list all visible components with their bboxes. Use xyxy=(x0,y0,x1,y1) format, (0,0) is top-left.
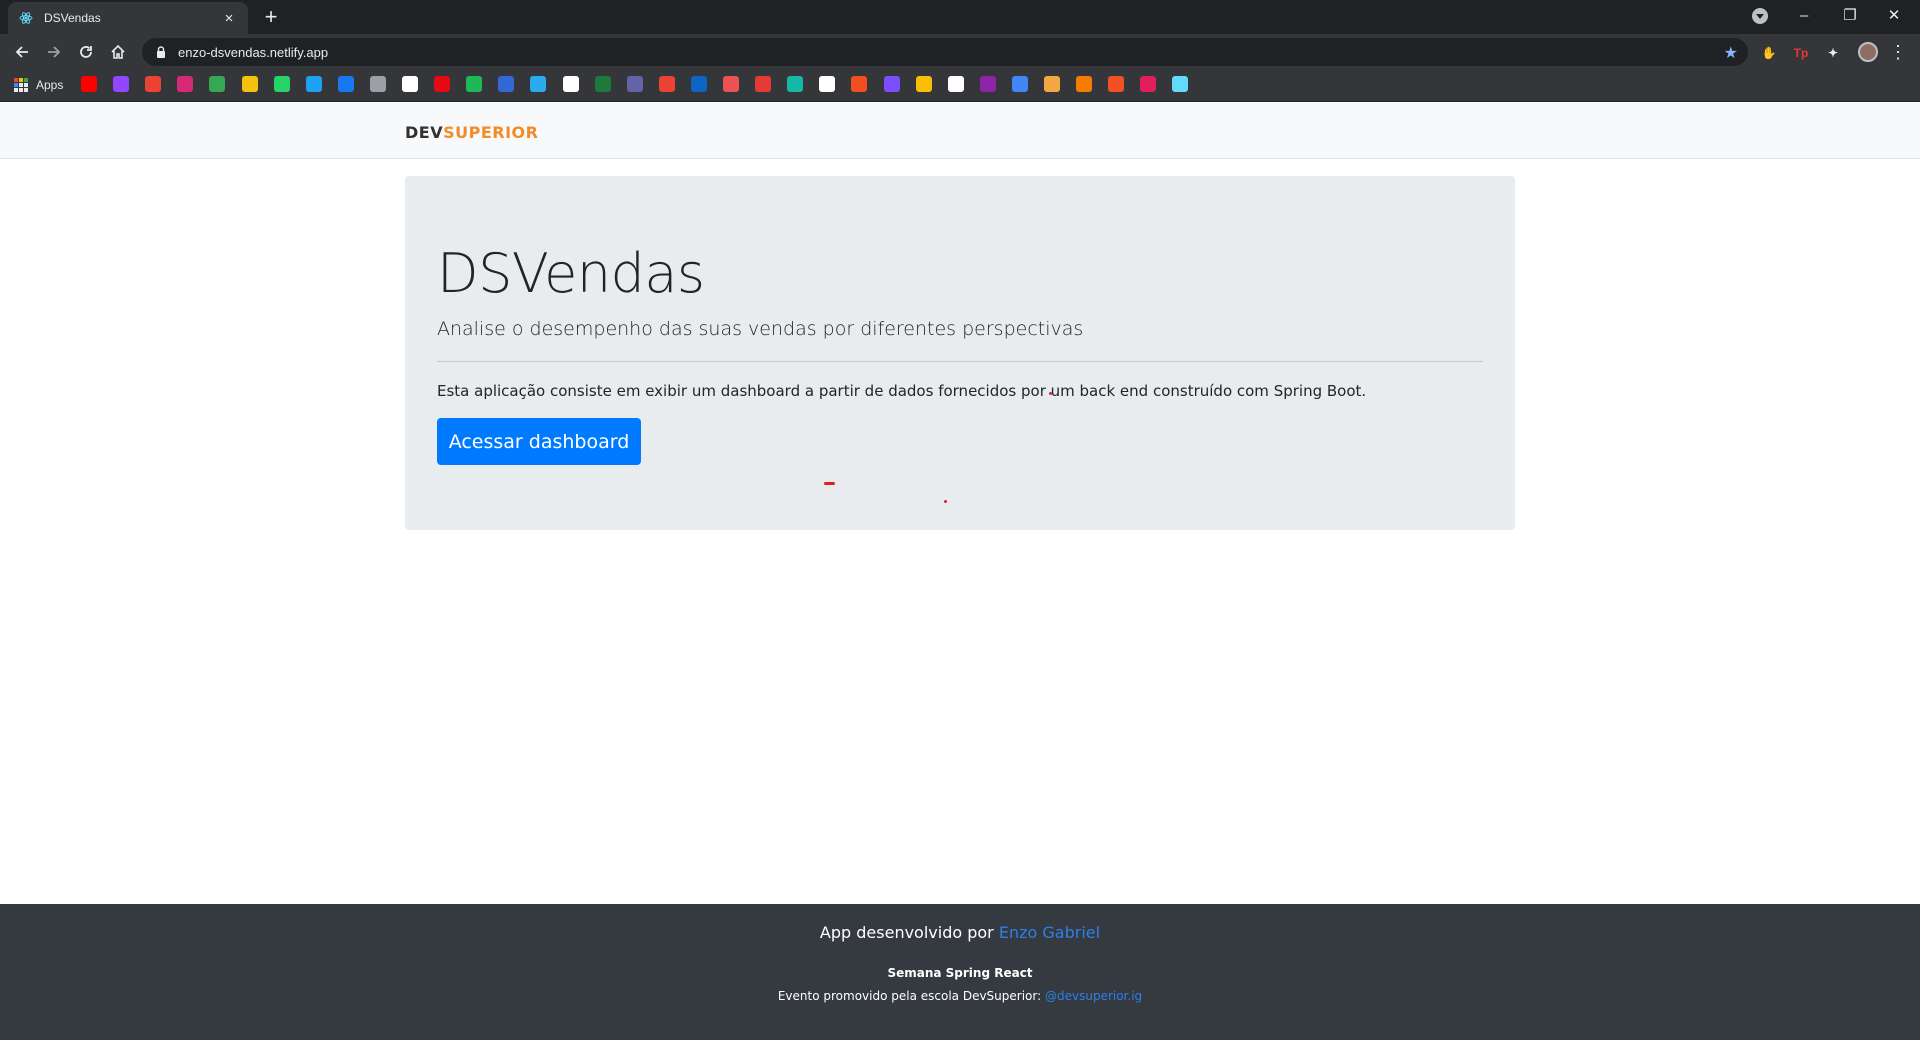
browser-tab[interactable]: DSVendas × xyxy=(8,2,248,34)
globe-2-icon[interactable] xyxy=(947,76,964,92)
divider xyxy=(437,361,1483,362)
react-icon xyxy=(18,10,34,26)
twitter-icon[interactable] xyxy=(305,76,322,92)
page-description: Esta aplicação consiste em exibir um das… xyxy=(437,382,1367,400)
event-name: Semana Spring React xyxy=(887,966,1033,980)
telegram-icon[interactable] xyxy=(530,76,547,92)
red-dot-2 xyxy=(1049,392,1052,395)
drive-icon[interactable] xyxy=(915,76,932,92)
tab-title: DSVendas xyxy=(44,11,101,25)
netflix-icon[interactable] xyxy=(434,76,451,92)
gmail-icon[interactable] xyxy=(145,76,162,92)
tp-extension-icon[interactable]: Tp xyxy=(1790,42,1812,64)
calendar-icon[interactable] xyxy=(658,76,675,92)
globe-icon[interactable] xyxy=(819,76,836,92)
event-text: Evento promovido pela escola DevSuperior… xyxy=(777,989,1042,1003)
close-window-button[interactable]: ✕ xyxy=(1872,0,1916,30)
apps-label: Apps xyxy=(36,78,64,92)
linkedin-icon[interactable] xyxy=(690,76,707,92)
teams-icon[interactable] xyxy=(626,76,643,92)
red-square-icon[interactable] xyxy=(755,76,772,92)
whatsapp-icon[interactable] xyxy=(273,76,290,92)
instagram-icon[interactable] xyxy=(177,76,194,92)
udemy-icon[interactable] xyxy=(723,76,739,92)
page-title: DSVendas xyxy=(437,242,705,305)
back-arrow-icon xyxy=(15,46,28,58)
tab-search-icon[interactable] xyxy=(1752,8,1768,24)
site-header: DEVSUPERIOR xyxy=(0,103,1920,159)
instagram-link[interactable]: @devsuperior.ig xyxy=(1045,989,1142,1003)
restore-button[interactable]: ❐ xyxy=(1828,0,1872,30)
lock-icon xyxy=(157,46,165,58)
extensions-puzzle-icon[interactable]: ✦ xyxy=(1822,42,1844,64)
youtube-icon[interactable] xyxy=(81,76,97,92)
pb-icon[interactable] xyxy=(241,76,258,92)
red-dot xyxy=(944,500,947,503)
author-link[interactable]: Enzo Gabriel xyxy=(999,923,1100,942)
star-bookmark-icon[interactable] xyxy=(369,76,386,92)
bet365-icon[interactable] xyxy=(594,76,611,92)
hero-jumbotron: DSVendas Analise o desempenho das suas v… xyxy=(405,176,1515,530)
footer-credit: App desenvolvido por Enzo Gabriel xyxy=(0,923,1920,942)
tab-strip: DSVendas × + – ❐ ✕ xyxy=(0,0,1920,34)
reload-button[interactable] xyxy=(72,38,100,66)
twitch-icon[interactable] xyxy=(113,76,130,92)
spotify-icon[interactable] xyxy=(466,76,483,92)
bookmark-star-icon[interactable]: ★ xyxy=(1724,43,1738,63)
microsoft-icon[interactable] xyxy=(1108,76,1125,92)
back-button[interactable] xyxy=(8,38,36,66)
forward-arrow-icon xyxy=(48,46,61,58)
in-icon[interactable] xyxy=(1044,76,1060,92)
apps-grid-icon xyxy=(14,78,28,92)
adblock-icon[interactable]: ✋ xyxy=(1758,42,1780,64)
figma-icon[interactable] xyxy=(851,76,868,92)
access-dashboard-button[interactable]: Acessar dashboard xyxy=(437,418,641,465)
developed-by-text: App desenvolvido por xyxy=(819,923,994,942)
new-tab-button[interactable]: + xyxy=(258,5,284,31)
purple-p-icon[interactable] xyxy=(979,76,996,92)
address-bar[interactable]: enzo-dsvendas.netlify.app ★ xyxy=(142,38,1748,66)
red-mark xyxy=(824,482,835,485)
go-icon[interactable] xyxy=(209,76,226,92)
home-button[interactable] xyxy=(104,38,132,66)
url-text: enzo-dsvendas.netlify.app xyxy=(178,44,329,60)
github-icon[interactable] xyxy=(402,76,418,92)
home-icon xyxy=(111,44,125,59)
bookmark-apps[interactable]: Apps xyxy=(14,78,63,92)
chrome-menu-icon[interactable]: ⋮ xyxy=(1884,38,1912,66)
devsuperior-logo[interactable]: DEVSUPERIOR xyxy=(405,123,538,142)
r-icon[interactable] xyxy=(1076,76,1093,92)
facebook-icon[interactable] xyxy=(337,76,354,92)
reload-icon xyxy=(80,46,92,58)
minimize-button[interactable]: – xyxy=(1782,0,1826,30)
event-credit: Evento promovido pela escola DevSuperior… xyxy=(0,989,1920,1003)
notion-icon[interactable] xyxy=(562,76,579,92)
react-icon[interactable] xyxy=(1172,76,1189,92)
slack-icon[interactable] xyxy=(1140,76,1157,92)
browser-toolbar: enzo-dsvendas.netlify.app ★ ⋮ xyxy=(0,34,1920,70)
purple-m-icon[interactable] xyxy=(883,76,900,92)
x-square-icon[interactable] xyxy=(1011,76,1028,92)
blue-bar-icon[interactable] xyxy=(498,76,515,92)
page-lead: Analise o desempenho das suas vendas por… xyxy=(437,318,1084,340)
profile-avatar[interactable] xyxy=(1854,38,1882,66)
tab-close-icon[interactable]: × xyxy=(220,10,238,27)
site-footer: App desenvolvido por Enzo Gabriel Semana… xyxy=(0,904,1920,1040)
logo-superior: SUPERIOR xyxy=(443,123,539,142)
forward-button[interactable] xyxy=(40,38,68,66)
cross-icon[interactable] xyxy=(787,76,804,92)
logo-dev: DEV xyxy=(405,123,444,142)
